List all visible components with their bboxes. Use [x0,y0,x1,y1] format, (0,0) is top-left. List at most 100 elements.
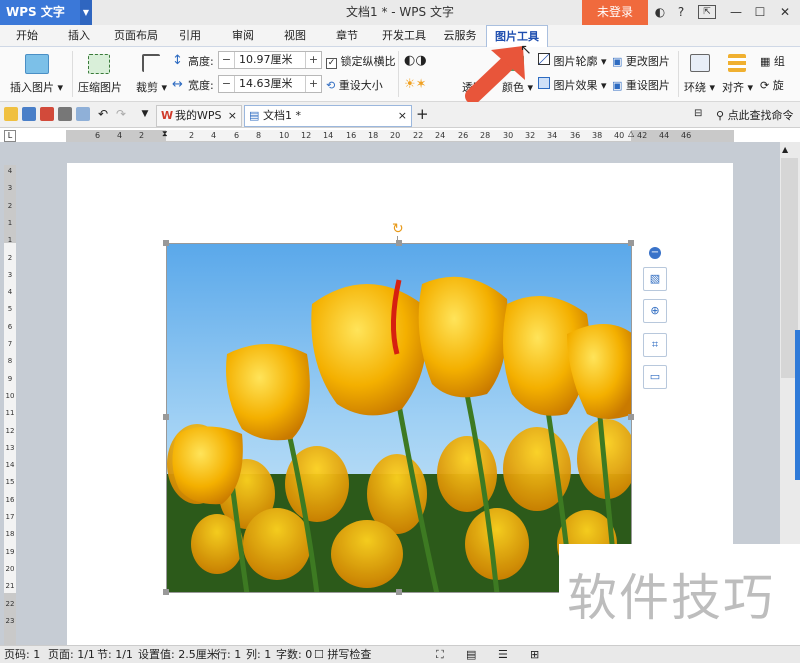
close-icon[interactable]: × [398,106,407,126]
collapse-icon[interactable]: − [649,247,661,259]
align-button[interactable]: 对齐 ▾ [722,79,753,95]
fullscreen-icon[interactable]: ⇱ [698,5,716,19]
side-panel-tab[interactable] [795,330,800,480]
view-fullscreen-icon[interactable]: ⛶ [436,646,444,663]
insert-picture-button[interactable]: 插入图片 ▾ [10,79,63,95]
status-word-count[interactable]: 字数: 0 [276,646,312,663]
redo-icon[interactable]: ↷ [114,107,128,121]
close-button[interactable]: ✕ [774,0,796,25]
outline-icon [538,53,550,65]
rotate-handle-icon[interactable]: ↻ [392,221,404,237]
picture-border-icon[interactable]: ▭ [643,365,667,389]
view-web-icon[interactable]: ⊞ [530,646,539,663]
chevron-down-icon[interactable]: ▼ [138,107,152,121]
compress-picture-icon [88,54,110,74]
resize-handle[interactable] [628,240,634,246]
sidebar-toggle-icon[interactable]: ⊟ [694,108,702,119]
scroll-up-icon[interactable]: ▲ [782,145,788,154]
resize-handle[interactable] [163,589,169,595]
print-preview-icon[interactable] [76,107,90,121]
reset-size-button[interactable]: ⟲ 重设大小 [326,77,383,93]
ruler-number: 13 [5,443,15,452]
tab-chapter[interactable]: 章节 [326,25,368,47]
resize-handle[interactable] [163,414,169,420]
ruler-number: 20 [5,564,15,573]
tab-view[interactable]: 视图 [274,25,316,47]
status-set-value[interactable]: 设置值: 2.5厘米 [138,646,218,663]
status-spell-check[interactable]: ☐ 拼写检查 [314,646,371,663]
ribbon-tabs: 开始 插入 页面布局 引用 审阅 视图 章节 开发工具 云服务 图片工具 [0,25,800,47]
export-pdf-icon[interactable] [40,107,54,121]
insert-picture-label: 插入图片 [10,81,54,94]
document-tab-bar: ↶ ↷ ▼ W 我的WPS × ▤ 文档1 * × + ⊟ ⚲ 点此查找命令 [0,102,800,128]
search-command-input[interactable]: ⚲ 点此查找命令 [716,107,794,123]
change-picture-icon: ▣ [612,55,623,68]
tab-my-wps[interactable]: W 我的WPS × [156,105,242,127]
view-page-icon[interactable]: ▤ [466,646,476,663]
crop-picture-icon[interactable]: ⌗ [643,333,667,357]
new-tab-button[interactable]: + [416,105,429,123]
indent-marker-icon[interactable]: ⧗ [162,129,168,139]
tulip-picture[interactable] [166,243,632,593]
open-icon[interactable] [4,107,18,121]
right-indent-marker-icon[interactable]: △ [628,129,634,138]
print-icon[interactable] [58,107,72,121]
width-icon: ↔ [172,77,183,92]
login-button[interactable]: 未登录 [582,0,648,25]
wrap-button[interactable]: 环绕 ▾ [684,79,715,95]
picture-layout-icon[interactable]: ▧ [643,267,667,291]
group-button[interactable]: ▦ 组 [760,53,785,69]
reset-picture-button[interactable]: ▣ 重设图片 [612,77,670,93]
restore-button[interactable]: ☐ [749,0,771,25]
ruler-number: 17 [5,513,15,521]
reset-size-label: 重设大小 [338,79,383,92]
ruler-number: 16 [5,495,15,504]
help-icon[interactable]: ? [672,0,690,25]
contrast-icon[interactable]: ◐◑ [404,53,427,68]
picture-effect-button[interactable]: 图片效果 ▾ [538,77,607,93]
tab-page-layout[interactable]: 页面布局 [108,25,164,47]
width-increase-button[interactable]: + [305,76,321,92]
lock-ratio-checkbox[interactable]: ✓ 锁定纵横比 [326,53,396,69]
tab-start[interactable]: 开始 [6,25,48,47]
tab-developer[interactable]: 开发工具 [376,25,432,47]
height-field[interactable]: − 10.97厘米 + [218,51,322,69]
skin-icon[interactable]: ◐ [650,0,670,25]
brightness-icon[interactable]: ☀✶ [404,77,427,92]
ruler-number: 19 [5,547,15,556]
rotate-button[interactable]: ⟳ 旋 [760,77,784,93]
view-outline-icon[interactable]: ☰ [498,646,508,663]
crop-icon [142,54,160,72]
width-decrease-button[interactable]: − [219,76,235,92]
ruler-number: 10 [279,131,290,140]
close-icon[interactable]: × [228,106,237,126]
tab-document[interactable]: ▤ 文档1 * × [244,105,412,127]
zoom-in-icon[interactable]: ⊕ [643,299,667,323]
crop-button[interactable]: 裁剪 ▾ [136,79,167,95]
search-command-label: 点此查找命令 [727,109,794,122]
tab-insert[interactable]: 插入 [58,25,100,47]
ruler-number: 42 [637,131,648,140]
ruler-number: 28 [480,131,491,140]
save-icon[interactable] [22,107,36,121]
status-bar: 页码: 1 页面: 1/1 节: 1/1 设置值: 2.5厘米 行: 1 列: … [0,645,800,663]
undo-icon[interactable]: ↶ [96,107,110,121]
tab-reference[interactable]: 引用 [170,25,210,47]
height-increase-button[interactable]: + [305,52,321,68]
compress-picture-button[interactable]: 压缩图片 [78,79,122,95]
status-col: 列: 1 [246,648,272,661]
resize-handle[interactable] [163,240,169,246]
resize-handle[interactable] [396,589,402,595]
reset-picture-label: 重设图片 [625,79,670,92]
resize-handle[interactable] [628,414,634,420]
status-page: 页面: 1/1 [48,648,95,661]
ruler-number: 15 [5,478,15,487]
width-value: 14.63厘米 [239,77,293,90]
height-decrease-button[interactable]: − [219,52,235,68]
change-picture-button[interactable]: ▣ 更改图片 [612,53,670,69]
tab-review[interactable]: 审阅 [222,25,264,47]
reset-size-icon: ⟲ [326,79,336,92]
picture-outline-button[interactable]: 图片轮廓 ▾ [538,53,607,69]
minimize-button[interactable]: — [725,0,747,25]
width-field[interactable]: − 14.63厘米 + [218,75,322,93]
